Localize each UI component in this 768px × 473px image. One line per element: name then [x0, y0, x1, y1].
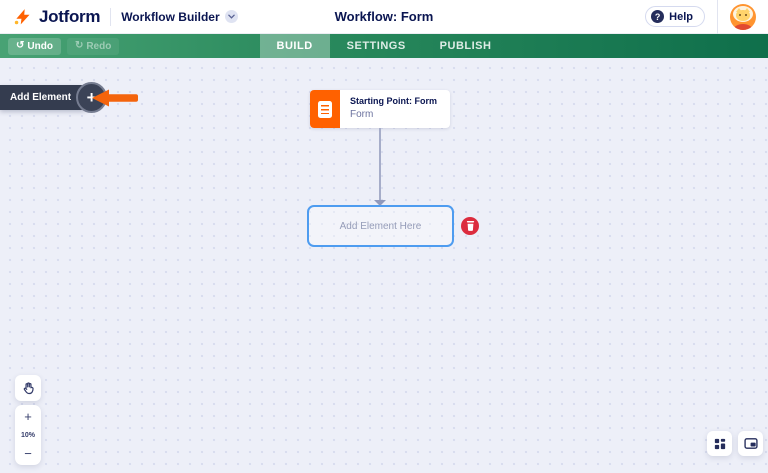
pan-tool-button[interactable]: [15, 375, 41, 401]
minimap-icon: [743, 438, 758, 449]
product-switcher[interactable]: Workflow Builder: [121, 9, 238, 24]
trash-icon: [466, 221, 474, 231]
undo-label: Undo: [27, 40, 53, 52]
jotform-logo-icon: [12, 6, 33, 27]
undo-icon: ↺: [16, 40, 25, 51]
header-divider: [717, 0, 718, 34]
add-element-button[interactable]: Add Element +: [0, 82, 108, 113]
header-divider: [110, 7, 112, 26]
elements-panel-button[interactable]: [707, 431, 732, 456]
connector-line: [379, 128, 381, 202]
placeholder-label: Add Element Here: [339, 220, 422, 232]
app-header: Jotform Workflow Builder Workflow: Form …: [0, 0, 768, 34]
tab-settings[interactable]: SETTINGS: [330, 34, 423, 58]
minimap-toggle-button[interactable]: [738, 431, 763, 456]
builder-toolbar: BUILD SETTINGS PUBLISH ↺ Undo ↻ Redo: [0, 34, 768, 58]
elements-grid-icon: [714, 438, 725, 449]
add-element-label: Add Element: [10, 92, 72, 103]
form-document-icon: [310, 90, 340, 128]
jotform-logo[interactable]: Jotform: [12, 6, 100, 27]
start-node-title: Starting Point: Form: [350, 96, 437, 106]
start-node[interactable]: Starting Point: Form Form: [310, 90, 450, 128]
history-controls: ↺ Undo ↻ Redo: [0, 34, 120, 58]
start-node-subtitle: Form: [350, 109, 374, 120]
header-right: ? Help: [645, 0, 756, 34]
orange-arrow-annotation: [92, 89, 138, 107]
zoom-controls: + 10% −: [15, 405, 41, 465]
help-button[interactable]: ? Help: [645, 6, 705, 27]
add-element-here-placeholder[interactable]: Add Element Here: [307, 205, 454, 247]
delete-node-button[interactable]: [461, 217, 479, 235]
zoom-out-button[interactable]: −: [24, 447, 32, 460]
zoom-in-button[interactable]: +: [24, 410, 32, 423]
workflow-builder-app: Jotform Workflow Builder Workflow: Form …: [0, 0, 768, 473]
help-label: Help: [669, 10, 693, 23]
workflow-canvas[interactable]: Add Element + Starting Point: Form Form …: [0, 58, 768, 473]
user-avatar[interactable]: [730, 3, 756, 30]
chevron-down-icon: [224, 10, 238, 23]
hand-pan-icon: [23, 381, 34, 394]
tab-build[interactable]: BUILD: [259, 34, 330, 58]
tab-publish[interactable]: PUBLISH: [423, 34, 509, 58]
undo-button[interactable]: ↺ Undo: [8, 37, 61, 55]
redo-icon: ↻: [74, 40, 84, 51]
redo-button[interactable]: ↻ Redo: [66, 37, 120, 55]
product-name: Workflow Builder: [121, 9, 220, 24]
redo-label: Redo: [86, 40, 112, 52]
brand-name: Jotform: [39, 6, 101, 26]
zoom-level: 10%: [20, 431, 35, 439]
help-icon: ?: [651, 10, 665, 23]
